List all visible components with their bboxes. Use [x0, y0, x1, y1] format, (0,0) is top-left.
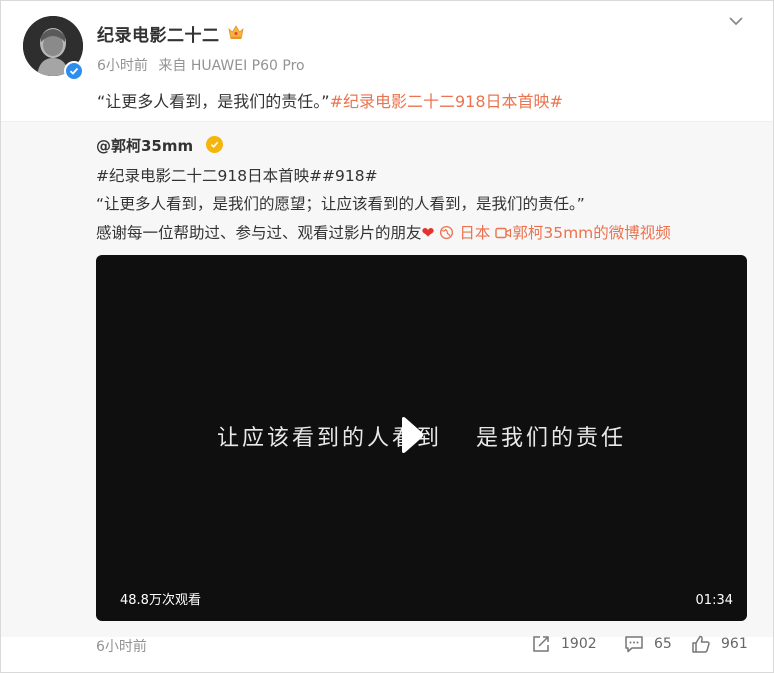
comment-button[interactable]: 65 [624, 634, 672, 654]
thumbs-up-icon [692, 635, 710, 653]
repost-author[interactable]: @郭柯35mm [96, 135, 193, 156]
comment-icon [625, 636, 643, 653]
location-link[interactable]: 日本 [459, 224, 490, 242]
video-player[interactable]: 让应该看到的人看到 是我们的责任 48.8万次观看 01:34 [96, 255, 747, 621]
repost-quote: “让更多人看到，是我们的愿望；让应该看到的人看到，是我们的责任。” [96, 195, 585, 213]
post-time[interactable]: 6小时前 [97, 58, 148, 74]
verified-icon [64, 61, 84, 81]
verified-gold-icon [206, 136, 223, 153]
repost-hashtags[interactable]: #纪录电影二十二918日本首映##918# [96, 164, 378, 186]
crown-icon [228, 25, 244, 39]
repost-icon [533, 636, 549, 652]
post-text: “让更多人看到，是我们的责任。”#纪录电影二十二918日本首映# [97, 88, 563, 112]
repost-count: 1902 [561, 636, 597, 652]
location-icon [440, 225, 454, 240]
repost-thanks-text: 感谢每一位帮助过、参与过、观看过影片的朋友 [96, 224, 422, 242]
view-count: 48.8万次观看 [120, 593, 201, 608]
post-source: 来自 HUAWEI P60 Pro [158, 58, 305, 74]
post-meta: 6小时前 来自 HUAWEI P60 Pro [97, 55, 311, 75]
chevron-down-icon[interactable] [727, 14, 745, 28]
video-duration: 01:34 [695, 593, 733, 608]
heart-icon: ❤ [421, 224, 435, 242]
post-hashtag[interactable]: #纪录电影二十二918日本首映# [330, 92, 563, 111]
repost-thanks-line: 感谢每一位帮助过、参与过、观看过影片的朋友❤ 日本 郭柯35mm的微博视频 [96, 221, 671, 243]
post-quote: “让更多人看到，是我们的责任。” [97, 92, 330, 111]
reposted-content: @郭柯35mm #纪录电影二十二918日本首映##918# “让更多人看到，是我… [1, 121, 773, 637]
comment-count: 65 [654, 636, 672, 652]
play-icon[interactable] [399, 415, 425, 455]
author-name[interactable]: 纪录电影二十二 [97, 21, 220, 46]
weibo-post-card: 纪录电影二十二 6小时前 来自 HUAWEI P60 Pro “让更多人看到，是… [0, 0, 774, 673]
video-link[interactable]: 郭柯35mm的微博视频 [512, 224, 670, 242]
video-caption-right: 是我们的责任 [476, 426, 627, 451]
like-count: 961 [721, 636, 748, 652]
footer-time: 6小时前 [96, 639, 147, 655]
like-button[interactable]: 961 [691, 634, 748, 654]
video-icon [495, 227, 512, 239]
repost-button[interactable]: 1902 [531, 634, 597, 654]
